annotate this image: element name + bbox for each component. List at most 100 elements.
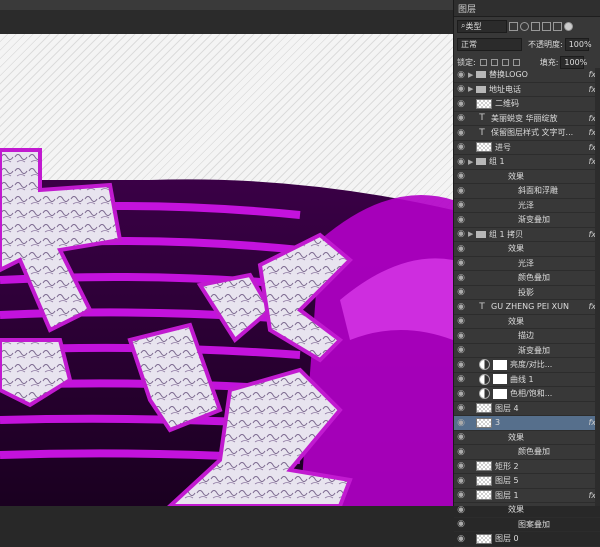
layer-row[interactable]: ◉ T 保留图层样式 文字可... fx	[454, 126, 600, 141]
layer-effect-row[interactable]: ◉ 颜色叠加	[454, 271, 600, 286]
visibility-eye-icon[interactable]: ◉	[454, 99, 468, 109]
visibility-eye-icon[interactable]: ◉	[454, 215, 468, 225]
visibility-eye-icon[interactable]: ◉	[454, 447, 468, 457]
fill-field[interactable]: 100%	[560, 55, 587, 69]
visibility-eye-icon[interactable]: ◉	[454, 461, 468, 471]
layers-tab[interactable]: 图层	[454, 0, 600, 17]
layer-name[interactable]: 组 1	[489, 156, 505, 167]
layer-name[interactable]: 图层 0	[495, 533, 519, 544]
layer-effect-row[interactable]: ◉ 效果	[454, 315, 600, 329]
layers-scrollbar[interactable]	[595, 68, 600, 506]
visibility-eye-icon[interactable]: ◉	[454, 505, 468, 515]
visibility-eye-icon[interactable]: ◉	[454, 374, 468, 384]
visibility-eye-icon[interactable]: ◉	[454, 403, 468, 413]
layer-row[interactable]: ◉ 进号 fx	[454, 141, 600, 155]
visibility-eye-icon[interactable]: ◉	[454, 345, 468, 355]
layer-row[interactable]: ◉ 曲线 1	[454, 373, 600, 387]
filter-smart-icon[interactable]	[553, 21, 562, 31]
layer-row[interactable]: ◉ ▶ 组 1 拷贝 fx	[454, 228, 600, 242]
visibility-eye-icon[interactable]: ◉	[454, 258, 468, 268]
opacity-field[interactable]: 100%	[564, 37, 592, 51]
layer-effect-row[interactable]: ◉ 效果	[454, 431, 600, 445]
visibility-eye-icon[interactable]: ◉	[454, 302, 468, 312]
expand-arrow-icon[interactable]: ▶	[468, 71, 476, 79]
visibility-eye-icon[interactable]: ◉	[454, 432, 468, 442]
layer-row[interactable]: ◉ 图层 0	[454, 532, 600, 547]
layer-row[interactable]: ◉ 色相/饱和...	[454, 387, 600, 402]
visibility-eye-icon[interactable]: ◉	[454, 331, 468, 341]
visibility-eye-icon[interactable]: ◉	[454, 70, 468, 80]
layer-effect-row[interactable]: ◉ 效果	[454, 242, 600, 257]
layer-name[interactable]: 色相/饱和...	[510, 388, 552, 399]
layer-effect-row[interactable]: ◉ 渐变叠加	[454, 213, 600, 228]
layer-effect-row[interactable]: ◉ 图案叠加	[454, 518, 600, 532]
expand-arrow-icon[interactable]: ▶	[468, 230, 476, 238]
layer-effect-row[interactable]: ◉ 斜面和浮雕	[454, 184, 600, 199]
visibility-eye-icon[interactable]: ◉	[454, 113, 468, 123]
visibility-eye-icon[interactable]: ◉	[454, 186, 468, 196]
layer-row[interactable]: ◉ 亮度/对比...	[454, 358, 600, 373]
blend-mode-select[interactable]: 正常	[457, 37, 522, 51]
layer-effect-row[interactable]: ◉ 颜色叠加	[454, 445, 600, 460]
expand-arrow-icon[interactable]: ▶	[468, 85, 476, 93]
layer-row[interactable]: ◉ ▶ 组 1 fx	[454, 155, 600, 170]
lock-pixels-icon[interactable]	[490, 58, 498, 66]
visibility-eye-icon[interactable]: ◉	[454, 418, 468, 428]
layer-row[interactable]: ◉ 3 fx	[454, 416, 600, 431]
visibility-eye-icon[interactable]: ◉	[454, 128, 468, 138]
layer-effect-row[interactable]: ◉ 效果	[454, 503, 600, 518]
filter-shape-icon[interactable]	[542, 21, 551, 31]
layer-name[interactable]: 美丽蜕变 华丽绽放	[491, 113, 558, 124]
layer-row[interactable]: ◉ 矩形 2	[454, 460, 600, 474]
layer-name[interactable]: 二维码	[495, 98, 519, 109]
layer-effect-row[interactable]: ◉ 投影	[454, 286, 600, 300]
layer-row[interactable]: ◉ ▶ 地址电话 fx	[454, 83, 600, 97]
layer-effect-row[interactable]: ◉ 光泽	[454, 199, 600, 213]
layer-name[interactable]: 亮度/对比...	[510, 359, 552, 370]
layer-name[interactable]: 图层 1	[495, 490, 519, 501]
layer-row[interactable]: ◉ T GU ZHENG PEI XUN fx	[454, 300, 600, 315]
filter-toggle-icon[interactable]	[564, 21, 573, 31]
layer-name[interactable]: 进号	[495, 142, 511, 153]
filter-text-icon[interactable]	[531, 21, 540, 31]
layer-row[interactable]: ◉ 图层 4	[454, 402, 600, 416]
layer-effect-row[interactable]: ◉ 效果	[454, 170, 600, 184]
visibility-eye-icon[interactable]: ◉	[454, 360, 468, 370]
filter-adjust-icon[interactable]	[520, 21, 529, 31]
visibility-eye-icon[interactable]: ◉	[454, 142, 468, 152]
visibility-eye-icon[interactable]: ◉	[454, 476, 468, 486]
visibility-eye-icon[interactable]: ◉	[454, 229, 468, 239]
document-canvas[interactable]	[0, 10, 453, 506]
visibility-eye-icon[interactable]: ◉	[454, 200, 468, 210]
visibility-eye-icon[interactable]: ◉	[454, 316, 468, 326]
layer-name[interactable]: 替换LOGO	[489, 69, 528, 80]
lock-position-icon[interactable]	[501, 58, 509, 66]
layer-effect-row[interactable]: ◉ 描边	[454, 329, 600, 344]
layer-row[interactable]: ◉ 二维码	[454, 97, 600, 112]
visibility-eye-icon[interactable]: ◉	[454, 490, 468, 500]
filter-pixel-icon[interactable]	[509, 21, 518, 31]
visibility-eye-icon[interactable]: ◉	[454, 157, 468, 167]
layer-row[interactable]: ◉ 图层 5	[454, 474, 600, 489]
visibility-eye-icon[interactable]: ◉	[454, 84, 468, 94]
lock-all-icon[interactable]	[512, 58, 520, 66]
layer-name[interactable]: 地址电话	[489, 84, 521, 95]
layer-name[interactable]: 图层 5	[495, 475, 519, 486]
layer-name[interactable]: GU ZHENG PEI XUN	[491, 302, 569, 311]
layer-name[interactable]: 组 1 拷贝	[489, 229, 523, 240]
layer-name[interactable]: 保留图层样式 文字可...	[491, 127, 573, 138]
layer-name[interactable]: 图层 4	[495, 403, 519, 414]
layer-row[interactable]: ◉ ▶ 替换LOGO fx	[454, 68, 600, 83]
layer-effect-row[interactable]: ◉ 渐变叠加	[454, 344, 600, 358]
visibility-eye-icon[interactable]: ◉	[454, 534, 468, 544]
layer-name[interactable]: 曲线 1	[510, 374, 534, 385]
visibility-eye-icon[interactable]: ◉	[454, 171, 468, 181]
visibility-eye-icon[interactable]: ◉	[454, 519, 468, 529]
visibility-eye-icon[interactable]: ◉	[454, 273, 468, 283]
layer-name[interactable]: 矩形 2	[495, 461, 519, 472]
filter-kind-select[interactable]: ⌕ 类型	[457, 19, 507, 33]
expand-arrow-icon[interactable]: ▶	[468, 158, 476, 166]
layer-row[interactable]: ◉ T 美丽蜕变 华丽绽放 fx	[454, 112, 600, 126]
visibility-eye-icon[interactable]: ◉	[454, 389, 468, 399]
layer-row[interactable]: ◉ 图层 1 fx	[454, 489, 600, 503]
